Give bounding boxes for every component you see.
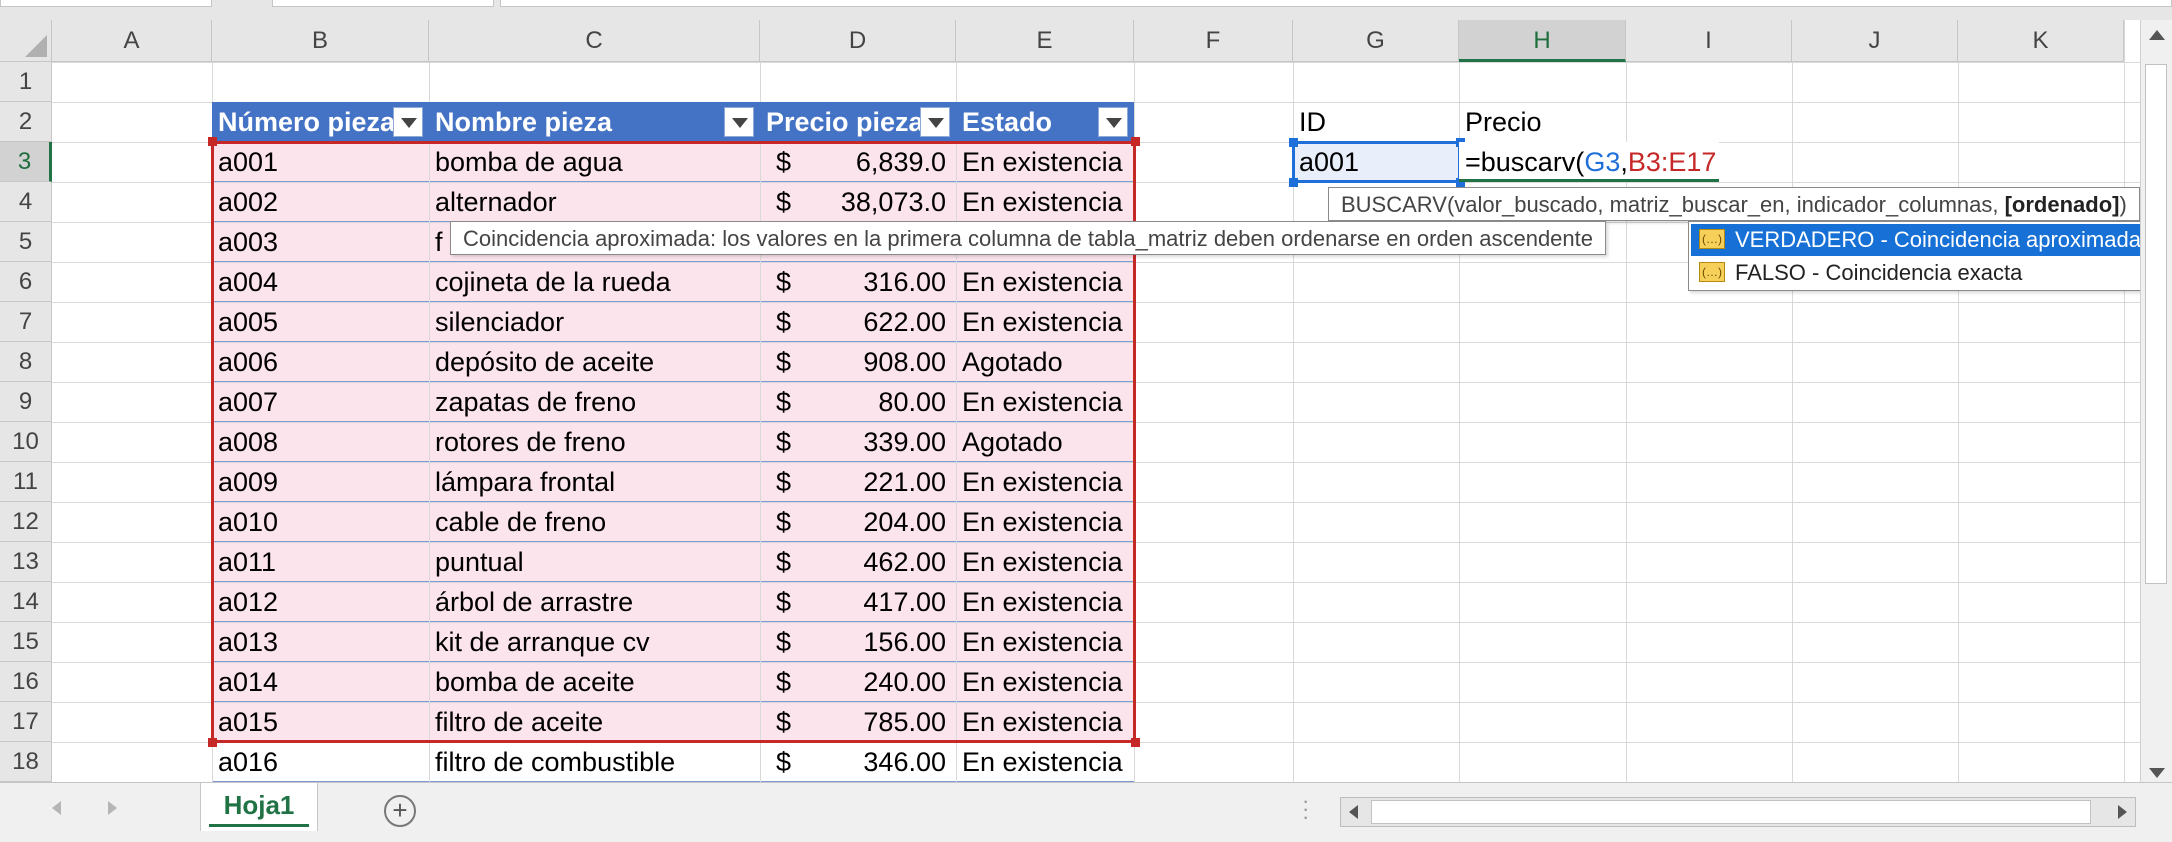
horizontal-scroll-thumb[interactable]	[1371, 800, 2091, 824]
argument-description-tooltip: Coincidencia aproximada: los valores en …	[450, 221, 1607, 255]
splitter-dots-icon[interactable]: · · ·	[1302, 790, 1309, 828]
cell-reference-handle[interactable]	[1289, 138, 1298, 147]
hint-signature-text: BUSCARV(valor_buscado, matriz_buscar_en,…	[1341, 192, 2005, 217]
grid-line-vertical	[1792, 20, 1793, 788]
table-cell-part-name[interactable]: filtro de combustible	[429, 742, 760, 782]
row-header-18[interactable]: 18	[0, 742, 52, 782]
column-header-e[interactable]: E	[956, 20, 1134, 62]
formula-arg-range: B3:E17	[1627, 147, 1717, 177]
top-toolbar-strip	[0, 0, 2172, 20]
row-header-10[interactable]: 10	[0, 422, 52, 462]
select-all-corner[interactable]	[0, 20, 52, 62]
cell-reference-handle[interactable]	[1289, 178, 1298, 187]
grid-line-vertical	[1958, 20, 1959, 788]
row-header-8[interactable]: 8	[0, 342, 52, 382]
active-cell-formula-editor[interactable]: =buscarv(G3,B3:E17,3,1	[1459, 142, 1719, 182]
range-resize-handle[interactable]	[208, 137, 217, 146]
header-nombre-pieza: Nombre pieza	[429, 102, 760, 142]
spreadsheet-grid[interactable]: A B C D E F G H I J K 1 2 3 4 5 6 7 8 9 10 11 12 13 14 15 16 17 18 Nú…	[0, 20, 2172, 788]
table-cell-part-number[interactable]: a016	[212, 742, 429, 782]
row-header-13[interactable]: 13	[0, 542, 52, 582]
filter-dropdown-icon[interactable]	[1098, 107, 1128, 137]
vertical-scroll-thumb[interactable]	[2145, 64, 2167, 584]
vertical-scrollbar[interactable]	[2140, 20, 2172, 788]
lookup-price-label: Precio	[1465, 107, 1542, 137]
toolbar-tab-stub[interactable]	[0, 0, 212, 7]
scroll-right-arrow-icon[interactable]	[2118, 805, 2127, 819]
boolean-icon: (…)	[1699, 229, 1725, 249]
horizontal-scrollbar[interactable]	[1340, 797, 2136, 827]
formula-function-text: =buscarv(	[1465, 147, 1585, 177]
add-sheet-icon[interactable]: +	[384, 795, 416, 827]
table-cell-price[interactable]: 346.00	[760, 742, 956, 782]
row-header-2[interactable]: 2	[0, 102, 52, 142]
column-header-c[interactable]: C	[429, 20, 760, 62]
column-header-i[interactable]: I	[1626, 20, 1792, 62]
range-resize-handle[interactable]	[1131, 137, 1140, 146]
column-header-g[interactable]: G	[1293, 20, 1459, 62]
range-resize-handle[interactable]	[208, 738, 217, 747]
autocomplete-list: (…) VERDADERO - Coincidencia aproximada (……	[1688, 221, 2172, 291]
prev-sheet-arrow-icon[interactable]	[52, 801, 61, 815]
hint-current-argument: [ordenado]	[2004, 192, 2120, 217]
column-header-f[interactable]: F	[1134, 20, 1293, 62]
row-header-3[interactable]: 3	[0, 142, 52, 182]
row-header-9[interactable]: 9	[0, 382, 52, 422]
row-header-4[interactable]: 4	[0, 182, 52, 222]
table-cell-status[interactable]: En existencia	[956, 742, 1134, 782]
sheet-tab-hoja1[interactable]: Hoja1	[200, 783, 318, 831]
boolean-icon: (…)	[1699, 262, 1725, 282]
grid-line-horizontal	[52, 62, 2172, 63]
row-header-16[interactable]: 16	[0, 662, 52, 702]
row-header-11[interactable]: 11	[0, 462, 52, 502]
range-resize-handle[interactable]	[1131, 738, 1140, 747]
grid-line-vertical	[1626, 20, 1627, 788]
autocomplete-item[interactable]: (…) FALSO - Coincidencia exacta	[1691, 257, 2169, 289]
formula-remaining-args: ,3,1	[1716, 147, 1719, 177]
filter-dropdown-icon[interactable]	[724, 107, 754, 137]
formula-bar-stub[interactable]	[500, 0, 2172, 7]
row-header-12[interactable]: 12	[0, 502, 52, 542]
toolbar-tab-stub[interactable]	[272, 0, 494, 7]
scroll-left-arrow-icon[interactable]	[1349, 805, 1358, 819]
formula-arg-g3: G3	[1584, 147, 1621, 177]
column-header-a[interactable]: A	[52, 20, 212, 62]
row-header-1[interactable]: 1	[0, 62, 52, 102]
column-header-j[interactable]: J	[1792, 20, 1958, 62]
next-sheet-arrow-icon[interactable]	[108, 801, 117, 815]
column-header-d[interactable]: D	[760, 20, 956, 62]
hint-closing-paren: )	[2119, 192, 2127, 217]
autocomplete-item[interactable]: (…) VERDADERO - Coincidencia aproximada	[1691, 224, 2169, 256]
function-signature-hint: BUSCARV(valor_buscado, matriz_buscar_en,…	[1328, 187, 2140, 221]
row-header-6[interactable]: 6	[0, 262, 52, 302]
row-header-5[interactable]: 5	[0, 222, 52, 262]
autocomplete-item-label: VERDADERO - Coincidencia aproximada	[1735, 227, 2141, 252]
column-header-k[interactable]: K	[1958, 20, 2124, 62]
row-header-7[interactable]: 7	[0, 302, 52, 342]
grid-line-vertical	[2124, 20, 2125, 788]
row-header-14[interactable]: 14	[0, 582, 52, 622]
formula-separator: ,	[1620, 147, 1628, 177]
filter-dropdown-icon[interactable]	[393, 107, 423, 137]
lookup-id-value[interactable]: a001	[1293, 142, 1459, 182]
autocomplete-item-label: FALSO - Coincidencia exacta	[1735, 260, 2023, 285]
column-header-h[interactable]: H	[1459, 20, 1626, 62]
column-header-b[interactable]: B	[212, 20, 429, 62]
scroll-up-arrow-icon[interactable]	[2141, 20, 2172, 50]
lookup-id-label: ID	[1299, 107, 1326, 137]
row-header-17[interactable]: 17	[0, 702, 52, 742]
filter-dropdown-icon[interactable]	[920, 107, 950, 137]
row-header-15[interactable]: 15	[0, 622, 52, 662]
sheet-tab-bar: Hoja1 + · · ·	[0, 782, 2172, 842]
